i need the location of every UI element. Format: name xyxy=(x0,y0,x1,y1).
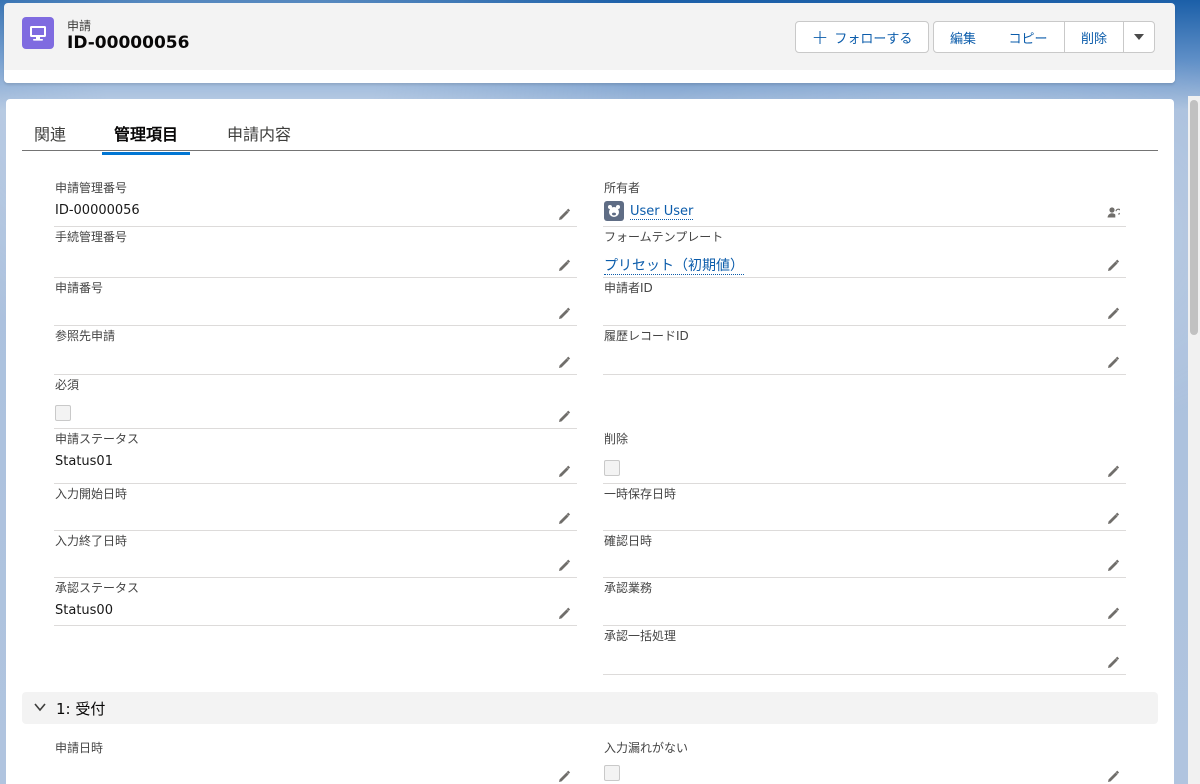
field-label: 入力漏れがない xyxy=(604,741,689,755)
object-label: 申請 xyxy=(67,19,92,33)
record-field: 申請番号 xyxy=(54,279,577,326)
tab-related[interactable]: 関連 xyxy=(34,121,66,152)
record-field: 確認日時 xyxy=(603,532,1126,578)
record-field: 履歴レコードID xyxy=(603,327,1126,375)
field-label: 削除 xyxy=(604,432,629,446)
field-checkbox[interactable] xyxy=(604,460,620,476)
field-label: 承認ステータス xyxy=(55,581,140,595)
field-value: Status01 xyxy=(55,454,113,469)
field-label: 一時保存日時 xyxy=(604,487,677,501)
record-header: 申請 ID-00000056 + フォローする 編集 コピー 削除 xyxy=(4,3,1175,83)
field-value: プリセット（初期値） xyxy=(604,255,744,275)
owner-link[interactable]: User User xyxy=(630,203,694,220)
field-label: 所有者 xyxy=(604,181,641,195)
pencil-icon[interactable] xyxy=(1106,306,1120,320)
pencil-icon[interactable] xyxy=(557,464,571,478)
field-label: 参照先申請 xyxy=(55,329,116,343)
change-owner-icon[interactable] xyxy=(1106,204,1122,218)
follow-button[interactable]: + フォローする xyxy=(795,21,929,53)
field-label: 手続管理番号 xyxy=(55,230,128,244)
record-detail-card: 関連 管理項目 申請内容 申請管理番号 ID-00000056 所有者 User Us… xyxy=(6,99,1174,784)
tab-management[interactable]: 管理項目 xyxy=(102,121,191,155)
record-field: フォームテンプレートプリセット（初期値） xyxy=(603,228,1126,278)
record-field: 手続管理番号 xyxy=(54,228,577,278)
field-label: 必須 xyxy=(55,378,80,392)
pencil-icon[interactable] xyxy=(557,511,571,525)
field-label: 申請者ID xyxy=(604,281,653,295)
record-field: 所有者 User User xyxy=(603,179,1126,227)
chevron-down-icon xyxy=(34,703,46,712)
field-value: ID-00000056 xyxy=(55,203,140,218)
record-field: 入力漏れがない xyxy=(603,739,1126,784)
pencil-icon[interactable] xyxy=(557,558,571,572)
record-field: 申請日時 xyxy=(54,739,577,784)
pencil-icon[interactable] xyxy=(1106,606,1120,620)
field-label: 申請ステータス xyxy=(55,432,140,446)
scrollbar-thumb[interactable] xyxy=(1190,100,1198,335)
field-value: User User xyxy=(604,201,694,221)
field-label: 履歴レコードID xyxy=(604,329,689,343)
pencil-icon[interactable] xyxy=(1106,558,1120,572)
field-label: 申請日時 xyxy=(55,741,104,755)
field-checkbox[interactable] xyxy=(604,765,620,781)
form-template-link[interactable]: プリセット（初期値） xyxy=(604,258,744,275)
record-field: 入力開始日時 xyxy=(54,485,577,531)
record-field: 参照先申請 xyxy=(54,327,577,375)
section-header[interactable]: 1: 受付 xyxy=(22,692,1158,724)
pencil-icon[interactable] xyxy=(1106,464,1120,478)
record-field: 削除 xyxy=(603,430,1126,484)
delete-button[interactable]: 削除 xyxy=(1064,21,1124,53)
add-icon: + xyxy=(811,25,829,49)
record-field: 必須 xyxy=(54,376,577,429)
follow-button-label: フォローする xyxy=(834,31,913,47)
edit-button[interactable]: 編集 xyxy=(933,21,993,53)
tab-application-content[interactable]: 申請内容 xyxy=(227,121,291,152)
desktop-icon xyxy=(22,17,54,49)
field-label: 申請番号 xyxy=(55,281,104,295)
more-actions-button[interactable] xyxy=(1123,21,1155,53)
pencil-icon[interactable] xyxy=(557,769,571,783)
record-field: 申請ステータス Status01 xyxy=(54,430,577,484)
field-label: 承認一括処理 xyxy=(604,629,677,643)
pencil-icon[interactable] xyxy=(557,409,571,423)
field-label: 入力開始日時 xyxy=(55,487,128,501)
record-field: 承認業務 xyxy=(603,579,1126,626)
pencil-icon[interactable] xyxy=(557,306,571,320)
record-field: 申請者ID xyxy=(603,279,1126,326)
section-title: 1: 受付 xyxy=(56,700,106,718)
page-scrollbar[interactable] xyxy=(1188,96,1200,784)
avatar-icon xyxy=(604,201,624,221)
pencil-icon[interactable] xyxy=(1106,769,1120,783)
field-value: Status00 xyxy=(55,603,113,618)
record-field: 申請管理番号 ID-00000056 xyxy=(54,179,577,227)
copy-button[interactable]: コピー xyxy=(992,21,1065,53)
pencil-icon[interactable] xyxy=(1106,655,1120,669)
pencil-icon[interactable] xyxy=(557,207,571,221)
tab-bar: 関連 管理項目 申請内容 xyxy=(22,117,1158,155)
chevron-down-icon xyxy=(1134,34,1144,40)
record-field: 承認一括処理 xyxy=(603,627,1126,675)
record-field: 承認ステータス Status00 xyxy=(54,579,577,626)
pencil-icon[interactable] xyxy=(1106,258,1120,272)
field-label: フォームテンプレート xyxy=(604,230,724,244)
header-shelf xyxy=(4,70,1175,83)
pencil-icon[interactable] xyxy=(557,606,571,620)
pencil-icon[interactable] xyxy=(557,355,571,369)
pencil-icon[interactable] xyxy=(557,258,571,272)
pencil-icon[interactable] xyxy=(1106,355,1120,369)
field-label: 承認業務 xyxy=(604,581,653,595)
field-label: 申請管理番号 xyxy=(55,181,128,195)
record-field: 一時保存日時 xyxy=(603,485,1126,531)
record-field: 入力終了日時 xyxy=(54,532,577,578)
field-checkbox[interactable] xyxy=(55,405,71,421)
record-title: ID-00000056 xyxy=(67,33,190,53)
field-label: 入力終了日時 xyxy=(55,534,128,548)
field-label: 確認日時 xyxy=(604,534,653,548)
pencil-icon[interactable] xyxy=(1106,511,1120,525)
